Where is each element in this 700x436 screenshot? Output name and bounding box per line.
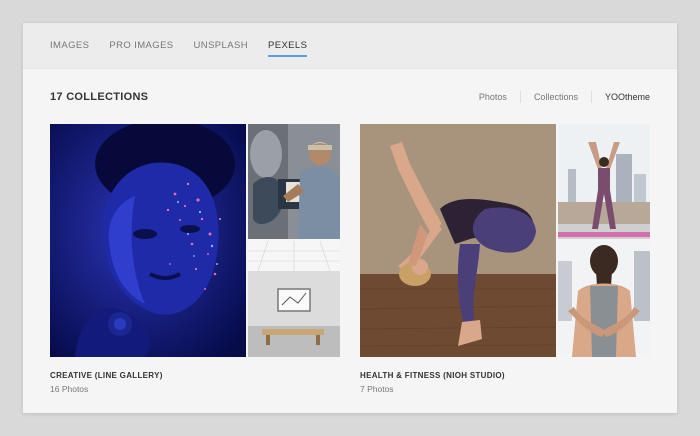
- glitter-face-portrait-photo[interactable]: [50, 124, 246, 357]
- yoga-back-stretch-photo[interactable]: [558, 241, 650, 357]
- photo-mosaic[interactable]: [50, 124, 340, 357]
- collection-card-health-fitness[interactable]: HEALTH & FITNESS (NIOH STUDIO) 7 Photos: [360, 124, 650, 394]
- filter-collections[interactable]: Collections: [521, 92, 591, 102]
- tab-pro-images[interactable]: PRO IMAGES: [109, 23, 173, 69]
- collection-title[interactable]: CREATIVE (LINE GALLERY): [50, 371, 340, 380]
- tab-pexels[interactable]: PEXELS: [267, 23, 308, 69]
- collections-header: 17 COLLECTIONS Photos Collections YOOthe…: [50, 91, 650, 103]
- photo-mosaic[interactable]: [360, 124, 650, 357]
- graffiti-artist-photo[interactable]: [248, 124, 340, 239]
- collections-panel: IMAGES PRO IMAGES UNSPLASH PEXELS 17 COL…: [23, 23, 677, 413]
- filter-yootheme[interactable]: YOOtheme: [592, 92, 650, 102]
- tab-unsplash[interactable]: UNSPLASH: [194, 23, 248, 69]
- tab-images[interactable]: IMAGES: [50, 23, 89, 69]
- collections-count: 17 COLLECTIONS: [50, 91, 149, 103]
- collection-title[interactable]: HEALTH & FITNESS (NIOH STUDIO): [360, 371, 650, 380]
- filter-photos[interactable]: Photos: [466, 92, 520, 102]
- source-tabbar: IMAGES PRO IMAGES UNSPLASH PEXELS: [23, 23, 677, 69]
- gallery-bench-photo[interactable]: [248, 241, 340, 357]
- rooftop-yoga-photo[interactable]: [558, 124, 650, 239]
- filter-nav: Photos Collections YOOtheme: [466, 91, 650, 103]
- collection-photo-count: 7 Photos: [360, 384, 394, 394]
- collection-photo-count: 16 Photos: [50, 384, 89, 394]
- yoga-bend-pose-photo[interactable]: [360, 124, 556, 357]
- collection-card-creative[interactable]: CREATIVE (LINE GALLERY) 16 Photos: [50, 124, 340, 394]
